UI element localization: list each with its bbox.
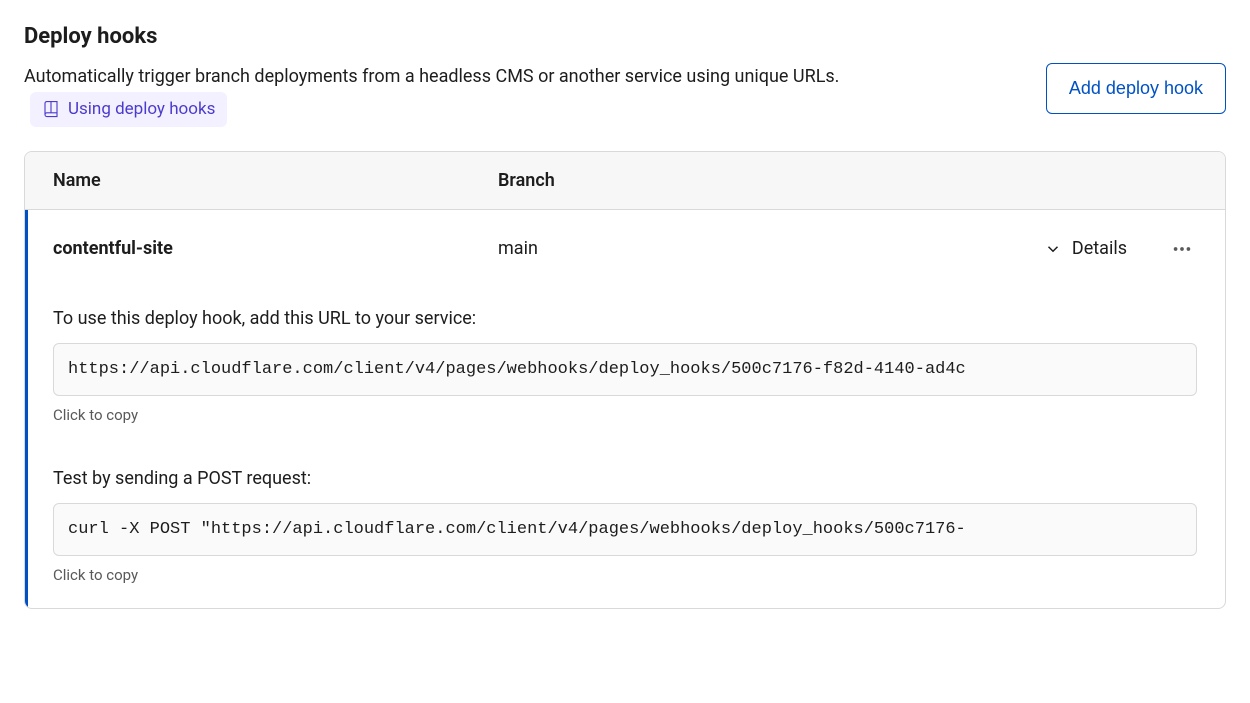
details-toggle[interactable]: Details xyxy=(1044,238,1127,259)
column-header-name: Name xyxy=(53,170,498,191)
hook-branch: main xyxy=(498,238,1044,259)
row-summary: contentful-site main Details xyxy=(53,234,1197,264)
row-actions: Details xyxy=(1044,234,1197,264)
url-helper: Click to copy xyxy=(53,406,1197,424)
details-label: Details xyxy=(1072,238,1127,259)
curl-value-box[interactable]: curl -X POST "https://api.cloudflare.com… xyxy=(53,503,1197,556)
section-title: Deploy hooks xyxy=(24,24,1226,49)
curl-section: Test by sending a POST request: curl -X … xyxy=(53,468,1197,584)
hook-name: contentful-site xyxy=(53,238,498,259)
section-header: Automatically trigger branch deployments… xyxy=(24,63,1226,127)
column-header-branch: Branch xyxy=(498,170,1197,191)
table-row: contentful-site main Details To use this… xyxy=(25,210,1225,608)
url-label: To use this deploy hook, add this URL to… xyxy=(53,308,1197,329)
table-header: Name Branch xyxy=(25,152,1225,210)
book-icon xyxy=(42,100,60,118)
doc-link-label: Using deploy hooks xyxy=(68,96,215,123)
curl-label: Test by sending a POST request: xyxy=(53,468,1197,489)
chevron-down-icon xyxy=(1044,240,1062,258)
section-description: Automatically trigger branch deployments… xyxy=(24,63,1006,127)
doc-link[interactable]: Using deploy hooks xyxy=(30,92,227,127)
description-text: Automatically trigger branch deployments… xyxy=(24,66,839,87)
more-horizontal-icon xyxy=(1171,238,1193,260)
add-deploy-hook-button[interactable]: Add deploy hook xyxy=(1046,63,1226,114)
more-menu-button[interactable] xyxy=(1167,234,1197,264)
curl-helper: Click to copy xyxy=(53,566,1197,584)
hooks-panel: Name Branch contentful-site main Details… xyxy=(24,151,1226,609)
url-section: To use this deploy hook, add this URL to… xyxy=(53,308,1197,424)
url-value-box[interactable]: https://api.cloudflare.com/client/v4/pag… xyxy=(53,343,1197,396)
